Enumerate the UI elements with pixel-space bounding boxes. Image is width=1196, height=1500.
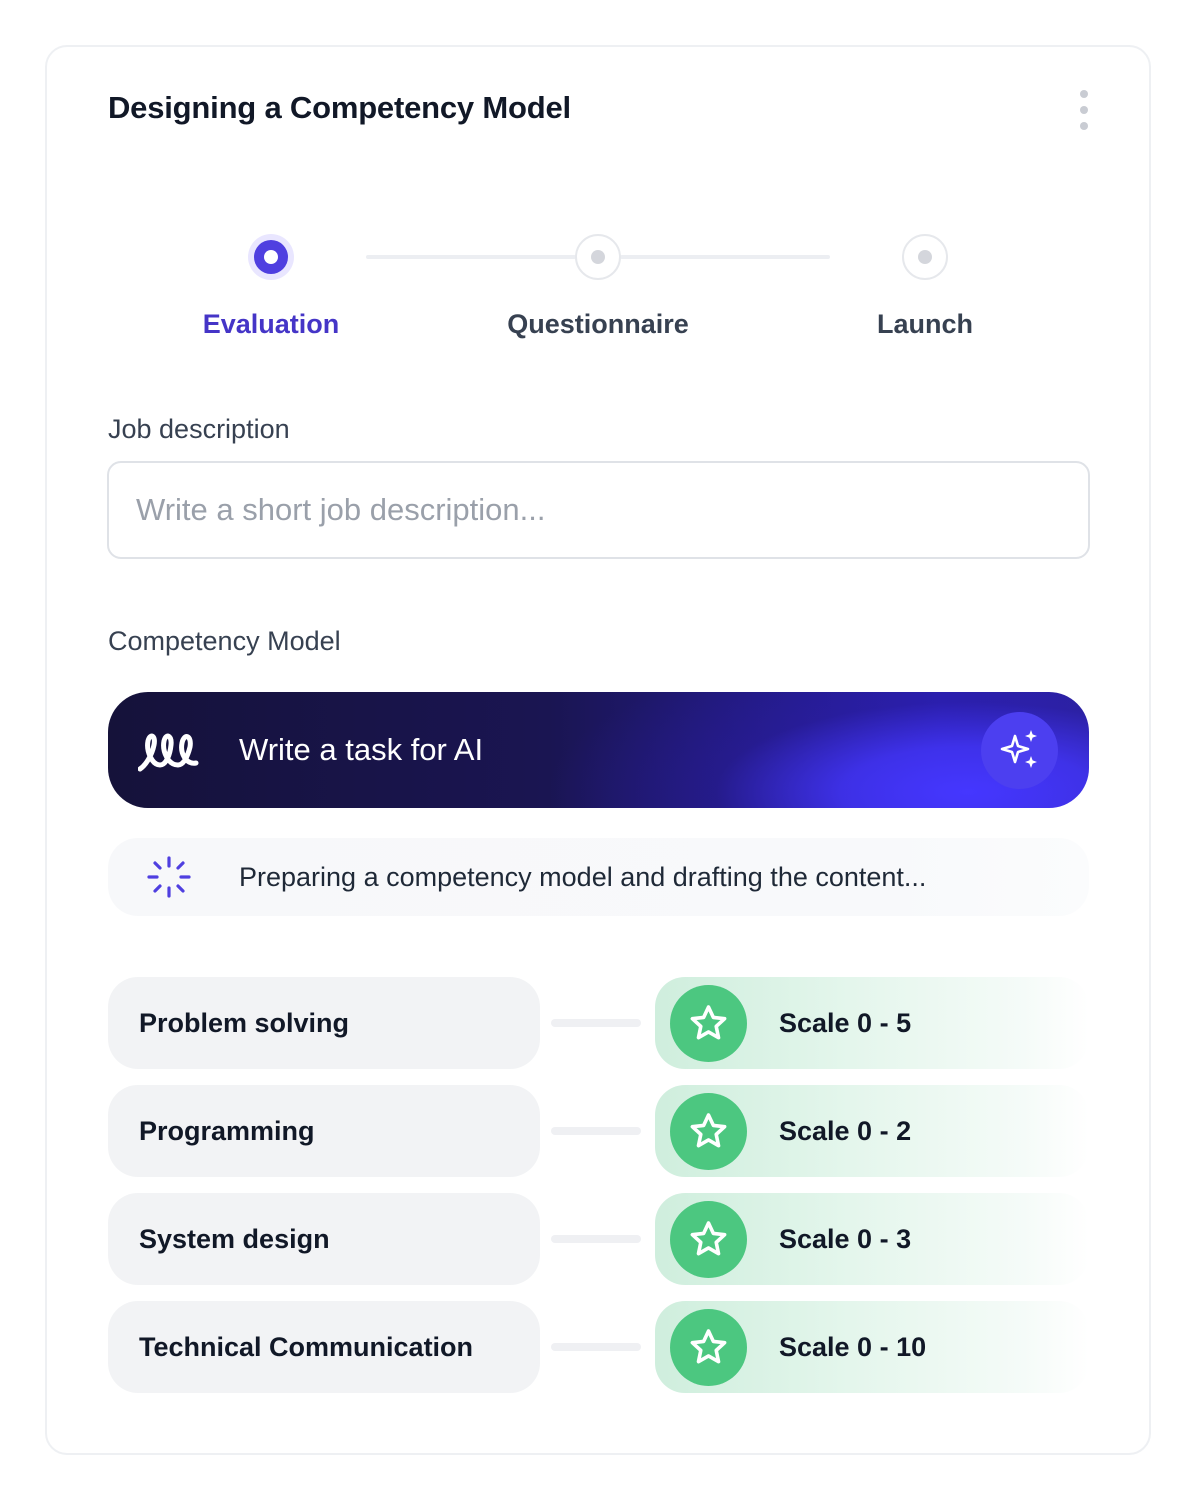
sparkles-icon: [1000, 730, 1037, 768]
competency-name-chip[interactable]: System design: [108, 1193, 540, 1285]
competency-model-label: Competency Model: [108, 626, 341, 656]
scale-label: Scale 0 - 3: [779, 1224, 912, 1254]
star-icon: [670, 1201, 747, 1278]
competency-scale-chip[interactable]: Scale 0 - 5: [655, 977, 1089, 1069]
step-launch-label[interactable]: Launch: [795, 309, 1055, 340]
competency-name-chip[interactable]: Problem solving: [108, 977, 540, 1069]
competency-name: System design: [139, 1224, 330, 1254]
star-icon: [670, 985, 747, 1062]
competency-name-chip[interactable]: Technical Communication: [108, 1301, 540, 1393]
row-connector: [551, 1127, 641, 1135]
menu-dot: [1080, 90, 1088, 98]
page-title: Designing a Competency Model: [108, 90, 571, 125]
star-icon: [670, 1309, 747, 1386]
step-launch-indicator[interactable]: [902, 234, 948, 280]
step-evaluation-label[interactable]: Evaluation: [141, 309, 401, 340]
ai-task-input[interactable]: Write a task for AI: [108, 692, 1089, 808]
competency-scale-chip[interactable]: Scale 0 - 3: [655, 1193, 1089, 1285]
ai-task-placeholder: Write a task for AI: [239, 732, 484, 767]
more-vertical-icon[interactable]: [1070, 86, 1098, 134]
menu-dot: [1080, 122, 1088, 130]
star-icon: [670, 1093, 747, 1170]
step-questionnaire-label[interactable]: Questionnaire: [468, 309, 728, 340]
scale-label: Scale 0 - 2: [779, 1116, 912, 1146]
scale-label: Scale 0 - 10: [779, 1332, 927, 1362]
scale-label: Scale 0 - 5: [779, 1008, 912, 1038]
competency-row: System design Scale 0 - 3: [0, 1193, 1196, 1285]
competency-row: Problem solving Scale 0 - 5: [0, 977, 1196, 1069]
row-connector: [551, 1343, 641, 1351]
job-description-input[interactable]: [107, 461, 1090, 559]
competency-row: Technical Communication Scale 0 - 10: [0, 1301, 1196, 1393]
step-questionnaire-indicator[interactable]: [575, 234, 621, 280]
menu-dot: [1080, 106, 1088, 114]
competency-row: Programming Scale 0 - 2: [0, 1085, 1196, 1177]
row-connector: [551, 1019, 641, 1027]
competency-name: Problem solving: [139, 1008, 350, 1038]
ai-generate-button[interactable]: [981, 712, 1058, 789]
competency-scale-chip[interactable]: Scale 0 - 2: [655, 1085, 1089, 1177]
competency-name: Programming: [139, 1116, 315, 1146]
loading-spinner-icon: [147, 856, 191, 898]
step-evaluation-indicator[interactable]: [248, 234, 294, 280]
ai-logo-icon: [138, 733, 199, 772]
competency-scale-chip[interactable]: Scale 0 - 10: [655, 1301, 1089, 1393]
step-connector: [366, 255, 576, 259]
job-description-label: Job description: [108, 414, 290, 444]
competency-name: Technical Communication: [139, 1332, 474, 1362]
status-text: Preparing a competency model and draftin…: [239, 862, 927, 892]
generation-status: Preparing a competency model and draftin…: [108, 838, 1089, 916]
row-connector: [551, 1235, 641, 1243]
competency-name-chip[interactable]: Programming: [108, 1085, 540, 1177]
step-connector: [620, 255, 830, 259]
